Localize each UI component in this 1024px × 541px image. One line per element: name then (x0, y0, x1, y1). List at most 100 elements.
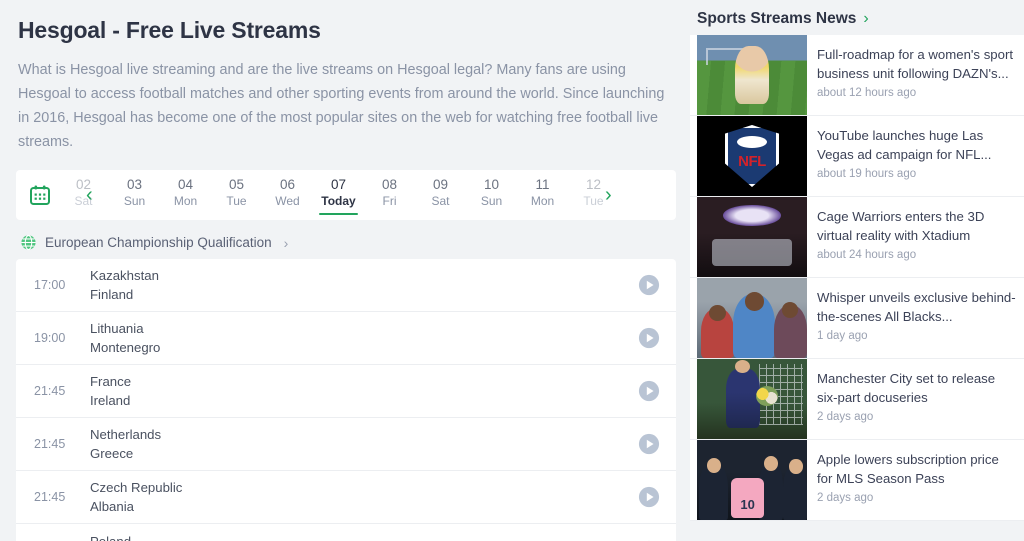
date-chip-number: 07 (330, 176, 347, 192)
match-row[interactable]: 17:00 Kazakhstan Finland (16, 259, 676, 312)
date-chip-label: Fri (382, 193, 397, 208)
play-stream-icon[interactable] (638, 433, 660, 455)
news-timestamp: 2 days ago (817, 492, 874, 504)
news-item[interactable]: Apple lowers subscription price for MLS … (690, 440, 1024, 521)
news-text: Cage Warriors enters the 3D virtual real… (817, 197, 1016, 277)
home-team: Netherlands (90, 427, 162, 442)
date-chip-03[interactable]: 03 Sun (109, 175, 160, 209)
date-chip-number: 03 (126, 176, 143, 192)
news-item[interactable]: Cage Warriors enters the 3D virtual real… (690, 197, 1024, 278)
match-teams: Netherlands Greece (90, 425, 638, 463)
match-teams: Czech Republic Albania (90, 478, 638, 516)
news-text: Apple lowers subscription price for MLS … (817, 440, 1016, 520)
match-row[interactable]: 21:45 Czech Republic Albania (16, 471, 676, 524)
date-chip-10[interactable]: 10 Sun (466, 175, 517, 209)
date-chip-label: Today (321, 193, 356, 208)
date-chip-07[interactable]: 07 Today (313, 175, 364, 216)
prev-dates-chevron-icon[interactable]: ‹ (86, 185, 93, 205)
date-chip-number: 06 (279, 176, 296, 192)
date-chip-label: Sun (480, 193, 503, 208)
home-team: Kazakhstan (90, 268, 159, 283)
date-chip-number: 04 (177, 176, 194, 192)
news-timestamp: 2 days ago (817, 411, 874, 423)
away-team: Finland (90, 287, 134, 302)
date-chip-number: 10 (483, 176, 500, 192)
news-item[interactable]: Full-roadmap for a women's sport busines… (690, 35, 1024, 116)
league-header[interactable]: European Championship Qualification › (20, 234, 676, 251)
news-title: Apple lowers subscription price for MLS … (817, 452, 999, 486)
page-title: Hesgoal - Free Live Streams (18, 17, 321, 43)
globe-icon (20, 234, 37, 251)
main-column: Hesgoal - Free Live Streams What is Hesg… (0, 0, 690, 541)
news-title: Cage Warriors enters the 3D virtual real… (817, 209, 985, 243)
date-chip-02[interactable]: 02 Sat (58, 175, 109, 209)
home-team: France (90, 374, 132, 389)
news-thumbnail-woman-presenter-on-pitch (697, 35, 807, 115)
match-list: 17:00 Kazakhstan Finland 19:00 Lithuania Mont… (16, 259, 676, 541)
date-chip-label: Sat (74, 193, 93, 208)
next-dates-chevron-icon[interactable]: › (605, 185, 612, 205)
news-item[interactable]: Manchester City set to release six-part … (690, 359, 1024, 440)
news-thumbnail-footballer-with-flowers (697, 359, 807, 439)
news-chevron-icon: › (863, 10, 869, 27)
date-chip-label: Mon (173, 193, 198, 208)
date-list: 02 Sat 03 Sun 04 Mon 05 Tue 06 Wed 07 Today 08 Fri 09 S… (58, 175, 676, 216)
date-chip-number: 05 (228, 176, 245, 192)
news-thumbnail-nfl-logo (697, 116, 807, 196)
match-row[interactable]: 19:00 Lithuania Montenegro (16, 312, 676, 365)
news-sidebar: Sports Streams News › Full-roadmap for a… (690, 0, 1024, 541)
match-time: 21:45 (34, 384, 66, 398)
news-timestamp: about 24 hours ago (817, 249, 917, 261)
match-teams: France Ireland (90, 372, 638, 410)
match-row[interactable]: 21:45 Netherlands Greece (16, 418, 676, 471)
match-time: 21:45 (34, 490, 66, 504)
date-chip-label: Mon (530, 193, 555, 208)
match-row[interactable]: 21:45PolandFaroe Islands (16, 524, 676, 541)
news-header[interactable]: Sports Streams News › (697, 10, 1024, 28)
play-stream-icon[interactable] (638, 327, 660, 349)
date-chip-number: 11 (535, 176, 550, 192)
news-text: Whisper unveils exclusive behind-the-sce… (817, 278, 1016, 358)
news-timestamp: about 12 hours ago (817, 87, 917, 99)
play-stream-icon[interactable] (638, 486, 660, 508)
match-teams: PolandFaroe Islands (90, 532, 638, 541)
news-text: Manchester City set to release six-part … (817, 359, 1016, 439)
news-timestamp: about 19 hours ago (817, 168, 917, 180)
date-chip-06[interactable]: 06 Wed (262, 175, 313, 209)
news-item[interactable]: Whisper unveils exclusive behind-the-sce… (690, 278, 1024, 359)
play-stream-icon[interactable] (638, 380, 660, 402)
league-name: European Championship Qualification (45, 235, 272, 250)
away-team: Greece (90, 446, 134, 461)
date-chip-label: Sun (123, 193, 146, 208)
date-chip-11[interactable]: 11 Mon (517, 175, 568, 209)
news-timestamp: 1 day ago (817, 330, 868, 342)
news-title: Whisper unveils exclusive behind-the-sce… (817, 290, 1016, 324)
date-chip-label: Tue (226, 193, 247, 208)
news-heading-label: Sports Streams News (697, 10, 857, 27)
away-team: Albania (90, 499, 134, 514)
play-stream-icon[interactable] (638, 274, 660, 296)
news-title: Full-roadmap for a women's sport busines… (817, 47, 1014, 81)
away-team: Montenegro (90, 340, 161, 355)
calendar-icon[interactable] (28, 183, 52, 207)
date-chip-number: 02 (75, 176, 92, 192)
news-thumbnail-mma-cage-arena (697, 197, 807, 277)
match-time: 17:00 (34, 278, 66, 292)
match-time: 19:00 (34, 331, 66, 345)
date-chip-08[interactable]: 08 Fri (364, 175, 415, 209)
date-chip-05[interactable]: 05 Tue (211, 175, 262, 209)
match-teams: Lithuania Montenegro (90, 319, 638, 357)
match-row[interactable]: 21:45 France Ireland (16, 365, 676, 418)
date-chip-04[interactable]: 04 Mon (160, 175, 211, 209)
news-text: YouTube launches huge Las Vegas ad campa… (817, 116, 1016, 196)
home-team: Poland (90, 533, 132, 541)
news-item[interactable]: YouTube launches huge Las Vegas ad campa… (690, 116, 1024, 197)
home-team: Lithuania (90, 321, 144, 336)
date-chip-label: Sat (431, 193, 450, 208)
page-root: Hesgoal - Free Live Streams What is Hesg… (0, 0, 1024, 541)
match-time: 21:45 (34, 437, 66, 451)
news-text: Full-roadmap for a women's sport busines… (817, 35, 1016, 115)
date-chip-number: 09 (432, 176, 449, 192)
date-chip-09[interactable]: 09 Sat (415, 175, 466, 209)
date-selector-bar: 02 Sat 03 Sun 04 Mon 05 Tue 06 Wed 07 Today 08 Fri 09 S… (16, 170, 676, 220)
